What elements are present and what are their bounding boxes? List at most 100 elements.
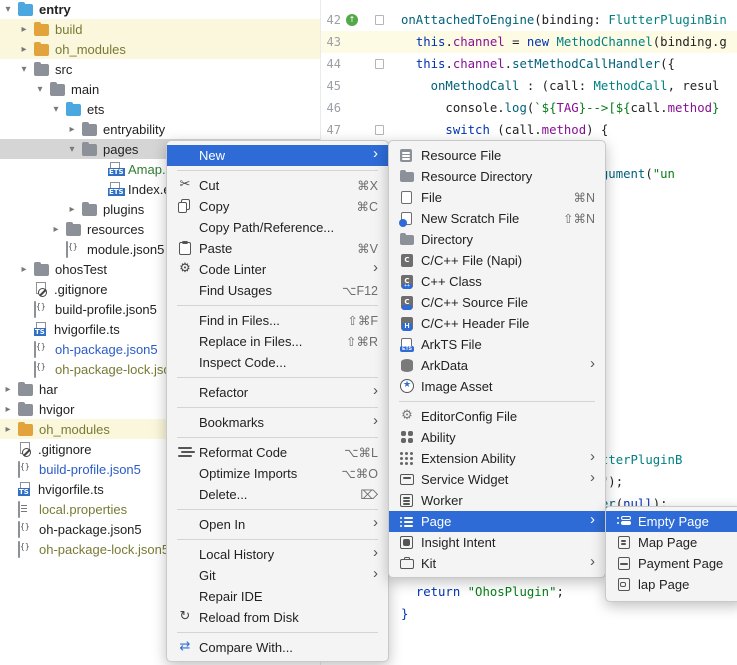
fold-icon[interactable] xyxy=(375,125,384,135)
menu-item-paste[interactable]: Paste ⌘V xyxy=(167,238,388,259)
chevron-down-icon[interactable]: ▾ xyxy=(34,84,46,95)
chevron-right-icon[interactable]: ▸ xyxy=(2,404,14,415)
menu-item-directory[interactable]: Directory xyxy=(389,229,605,250)
tree-item[interactable]: ▾ ets xyxy=(0,99,320,119)
chevron-right-icon: › xyxy=(590,355,595,372)
tree-item[interactable]: ▾ entry xyxy=(0,0,320,19)
menu-item-editorconfig-file[interactable]: ⚙ EditorConfig File xyxy=(389,406,605,427)
json-file-icon xyxy=(18,541,34,558)
chevron-down-icon[interactable]: ▾ xyxy=(2,4,14,15)
tree-item[interactable]: ▸ build xyxy=(0,19,320,39)
code-text: this.channel.setMethodCallHandler({ xyxy=(415,57,675,71)
menu-item-repair-ide[interactable]: Repair IDE xyxy=(167,586,388,607)
menu-item-file[interactable]: File ⌘N xyxy=(389,187,605,208)
worker-icon xyxy=(399,493,415,508)
menu-item-reload-from-disk[interactable]: ↻ Reload from Disk xyxy=(167,607,388,628)
menu-item-label: Inspect Code... xyxy=(199,355,287,370)
menu-item-label: Open In xyxy=(199,517,246,532)
chevron-right-icon[interactable]: ▸ xyxy=(66,204,78,215)
chevron-down-icon[interactable]: ▾ xyxy=(50,104,62,115)
menu-item-c-class[interactable]: C ++ C++ Class xyxy=(389,271,605,292)
code-line[interactable]: 43 this.channel = new MethodChannel(bind… xyxy=(321,31,737,53)
tree-item[interactable]: ▾ main xyxy=(0,79,320,99)
chevron-right-icon[interactable]: ▸ xyxy=(18,44,30,55)
folder-icon xyxy=(34,62,50,76)
tree-item-label: build-profile.json5 xyxy=(39,461,141,477)
menu-item-replace-in-files[interactable]: Replace in Files... ⇧⌘R xyxy=(167,331,388,352)
menu-item-open-in[interactable]: Open In › xyxy=(167,514,388,535)
tree-item[interactable]: ▾ src xyxy=(0,59,320,79)
folder-icon xyxy=(34,42,50,56)
menu-item-copy[interactable]: Copy ⌘C xyxy=(167,196,388,217)
override-gutter-icon[interactable]: ↑ xyxy=(346,14,358,26)
fold-icon[interactable] xyxy=(375,15,384,25)
folder-icon xyxy=(50,82,66,96)
menu-item-label: Kit xyxy=(421,556,437,571)
menu-item-label: Service Widget xyxy=(421,472,509,487)
menu-item-find-usages[interactable]: Find Usages ⌥F12 xyxy=(167,280,388,301)
menu-item-local-history[interactable]: Local History › xyxy=(167,544,388,565)
menu-item-code-linter[interactable]: ⚙ Code Linter › xyxy=(167,259,388,280)
fold-icon[interactable] xyxy=(375,59,384,69)
menu-item-extension-ability[interactable]: Extension Ability › xyxy=(389,448,605,469)
chevron-right-icon[interactable]: ▸ xyxy=(18,264,30,275)
menu-separator xyxy=(177,437,378,438)
menu-item-label: Page xyxy=(421,514,452,529)
menu-item-empty-page[interactable]: Empty Page xyxy=(606,511,737,532)
chevron-right-icon[interactable]: ▸ xyxy=(50,224,62,235)
menu-item-new-scratch-file[interactable]: New Scratch File ⇧⌘N xyxy=(389,208,605,229)
menu-item-c-c-header-file[interactable]: H C/C++ Header File xyxy=(389,313,605,334)
tree-item[interactable]: ▸ entryability xyxy=(0,119,320,139)
menu-item-c-c-source-file[interactable]: C C/C++ Source File xyxy=(389,292,605,313)
line-number: 43 xyxy=(326,35,341,49)
menu-item-lap-page[interactable]: lap Page xyxy=(606,574,737,595)
menu-item-image-asset[interactable]: ★ Image Asset xyxy=(389,376,605,397)
menu-item-c-c-file-napi[interactable]: C C/C++ File (Napi) xyxy=(389,250,605,271)
shortcut-label: ⌦ xyxy=(360,488,378,502)
json-file-icon xyxy=(34,361,50,378)
menu-item-service-widget[interactable]: Service Widget › xyxy=(389,469,605,490)
menu-item-copy-path-reference[interactable]: Copy Path/Reference... xyxy=(167,217,388,238)
json-file-icon xyxy=(34,301,50,318)
menu-item-ability[interactable]: Ability xyxy=(389,427,605,448)
menu-item-page[interactable]: Page › xyxy=(389,511,605,532)
tree-item-label: .gitignore xyxy=(54,281,108,297)
chevron-right-icon[interactable]: ▸ xyxy=(18,24,30,35)
menu-item-refactor[interactable]: Refactor › xyxy=(167,382,388,403)
menu-item-git[interactable]: Git › xyxy=(167,565,388,586)
shortcut-label: ⇧⌘R xyxy=(345,335,378,349)
menu-item-arkdata[interactable]: ArkData › xyxy=(389,355,605,376)
chevron-down-icon[interactable]: ▾ xyxy=(18,64,30,75)
menu-item-compare-with[interactable]: ⇄ Compare With... xyxy=(167,637,388,658)
tree-item-label: oh_modules xyxy=(39,421,110,437)
menu-item-kit[interactable]: Kit › xyxy=(389,553,605,574)
menu-item-payment-page[interactable]: Payment Page xyxy=(606,553,737,574)
menu-item-insight-intent[interactable]: Insight Intent xyxy=(389,532,605,553)
menu-item-resource-directory[interactable]: Resource Directory xyxy=(389,166,605,187)
code-line[interactable]: 45 onMethodCall : (call: MethodCall, res… xyxy=(321,75,737,97)
chevron-down-icon[interactable]: ▾ xyxy=(66,144,78,155)
properties-file-icon xyxy=(18,501,34,518)
menu-item-label: Worker xyxy=(421,493,463,508)
menu-separator xyxy=(177,509,378,510)
tree-item[interactable]: ▸ oh_modules xyxy=(0,39,320,59)
menu-item-inspect-code[interactable]: Inspect Code... xyxy=(167,352,388,373)
json-file-icon xyxy=(66,241,82,258)
menu-item-map-page[interactable]: Map Page xyxy=(606,532,737,553)
menu-item-find-in-files[interactable]: Find in Files... ⇧⌘F xyxy=(167,310,388,331)
menu-item-optimize-imports[interactable]: Optimize Imports ⌥⌘O xyxy=(167,463,388,484)
code-line[interactable]: 46 console.log(`${TAG}-->[${call.method} xyxy=(321,97,737,119)
chevron-right-icon[interactable]: ▸ xyxy=(2,384,14,395)
menu-item-worker[interactable]: Worker xyxy=(389,490,605,511)
menu-item-label: EditorConfig File xyxy=(421,409,518,424)
menu-item-bookmarks[interactable]: Bookmarks › xyxy=(167,412,388,433)
chevron-right-icon[interactable]: ▸ xyxy=(66,124,78,135)
menu-item-reformat-code[interactable]: Reformat Code ⌥⌘L xyxy=(167,442,388,463)
menu-item-delete[interactable]: Delete... ⌦ xyxy=(167,484,388,505)
menu-item-new[interactable]: New › xyxy=(167,145,388,166)
chevron-right-icon[interactable]: ▸ xyxy=(2,424,14,435)
menu-item-arkts-file[interactable]: ETS ArkTS File xyxy=(389,334,605,355)
tree-item-label: hvigorfile.ts xyxy=(54,321,120,337)
menu-item-cut[interactable]: ✂ Cut ⌘X xyxy=(167,175,388,196)
menu-item-resource-file[interactable]: Resource File xyxy=(389,145,605,166)
